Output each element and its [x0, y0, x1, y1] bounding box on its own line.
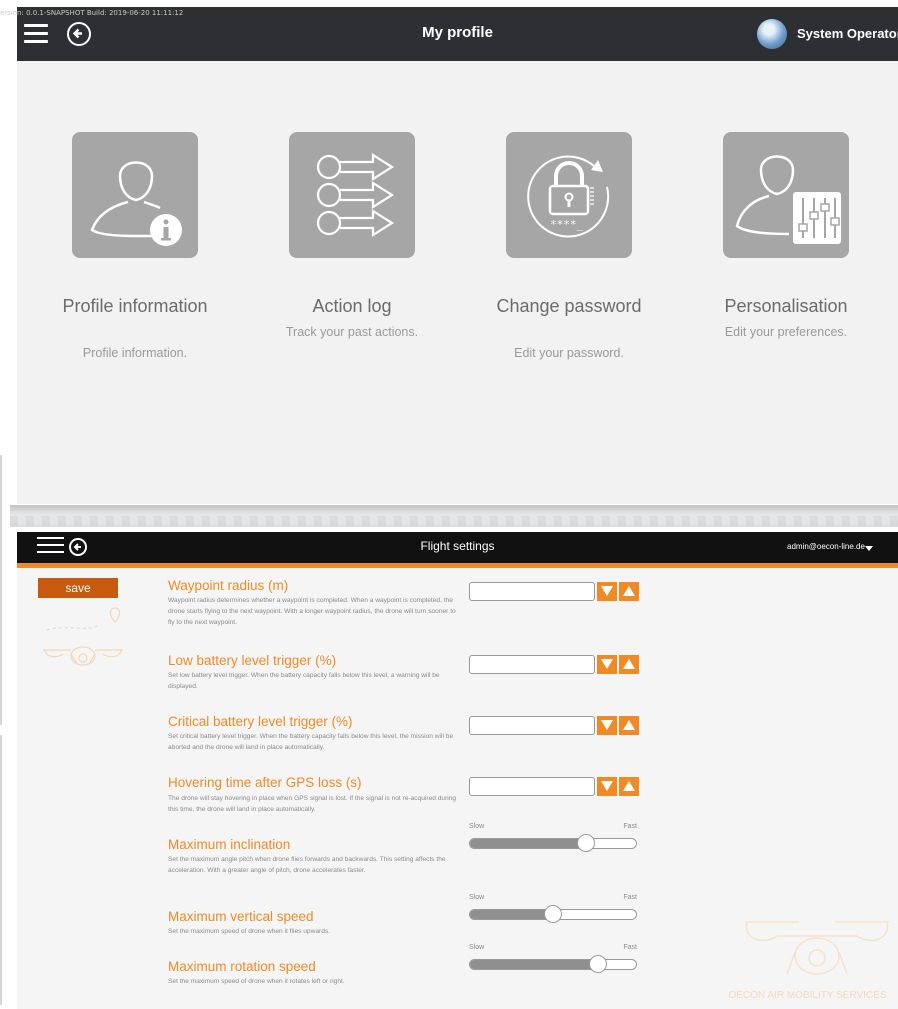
window-edge: [0, 735, 2, 1005]
increment-button[interactable]: [619, 582, 639, 601]
max-vertical-speed-slider[interactable]: Slow Fast: [469, 894, 637, 923]
setting-title: Critical battery level trigger (%): [168, 714, 353, 729]
increment-button[interactable]: [619, 655, 639, 674]
critical-battery-stepper: [597, 716, 640, 735]
setting-title: Low battery level trigger (%): [168, 653, 337, 668]
setting-description: Set the maximum angle pitch when drone f…: [168, 856, 446, 874]
setting-description: Set low battery level trigger. When the …: [168, 672, 440, 690]
avatar[interactable]: [757, 19, 787, 49]
slider-max-label: Fast: [623, 944, 637, 951]
setting-description: Set critical battery level trigger. When…: [168, 733, 454, 751]
chevron-down-icon[interactable]: [865, 546, 873, 551]
card-title[interactable]: Change password: [469, 296, 669, 317]
slider-track[interactable]: [469, 838, 637, 849]
card-title[interactable]: Profile information: [35, 296, 235, 317]
my-profile-page: ersion: 0.0.1-SNAPSHOT Build: 2019-06-20…: [0, 7, 898, 504]
action-log-icon: [316, 153, 395, 237]
window-separator-pattern: [10, 516, 898, 526]
waypoint-radius-input[interactable]: [469, 582, 595, 601]
top-bar: ersion: 0.0.1-SNAPSHOT Build: 2019-06-20…: [0, 7, 898, 61]
decrement-button[interactable]: [597, 777, 617, 796]
svg-text:****_: ****_: [550, 218, 583, 231]
slider-max-label: Fast: [623, 823, 637, 830]
card-title[interactable]: Personalisation: [686, 296, 886, 317]
slider-max-label: Fast: [623, 894, 637, 901]
company-name: OECON AIR MOBILITY SERVICES: [728, 990, 887, 1001]
page-title: Flight settings: [420, 539, 495, 553]
user-settings-icon: [735, 155, 841, 244]
version-label: ersion: 0.0.1-SNAPSHOT Build: 2019-06-20…: [0, 9, 184, 17]
waypoint-radius-stepper: [597, 582, 640, 601]
gps-loss-hover-input[interactable]: [469, 777, 595, 796]
user-name[interactable]: System Operator: [797, 26, 898, 41]
decrement-button[interactable]: [597, 716, 617, 735]
user-info-icon: [90, 161, 182, 246]
setting-title: Maximum rotation speed: [168, 959, 316, 974]
low-battery-stepper: [597, 655, 640, 674]
setting-title: Maximum vertical speed: [168, 909, 314, 924]
setting-description: Set the maximum speed of drone when it r…: [168, 978, 345, 985]
screenshot-stage: ersion: 0.0.1-SNAPSHOT Build: 2019-06-20…: [0, 0, 898, 1009]
window-edge: [0, 455, 2, 725]
setting-title: Maximum inclination: [168, 837, 291, 852]
card-subtitle: Profile information.: [82, 346, 188, 360]
user-email[interactable]: admin@oecon-line.de: [787, 542, 865, 551]
slider-thumb[interactable]: [544, 905, 562, 923]
drone-watermark-icon: [745, 921, 889, 975]
slider-track[interactable]: [469, 959, 637, 970]
slider-min-label: Slow: [469, 894, 485, 901]
action-log-tile[interactable]: [289, 132, 415, 258]
change-password-tile[interactable]: ****_: [506, 132, 632, 258]
card-subtitle: Edit your preferences.: [724, 325, 848, 339]
max-rotation-speed-slider[interactable]: Slow Fast: [469, 944, 637, 973]
decrement-button[interactable]: [597, 655, 617, 674]
accent-line: [17, 563, 898, 568]
flight-settings-page: Flight settings admin@oecon-line.de save…: [17, 532, 898, 1009]
critical-battery-input[interactable]: [469, 716, 595, 735]
slider-thumb[interactable]: [589, 955, 607, 973]
gps-loss-hover-stepper: [597, 777, 640, 796]
slider-min-label: Slow: [469, 823, 485, 830]
drone-logo-icon: [43, 607, 123, 666]
low-battery-input[interactable]: [469, 655, 595, 674]
card-subtitle: Track your past actions.: [285, 325, 419, 339]
profile-information-tile[interactable]: [72, 132, 198, 258]
lock-password-icon: ****_: [527, 155, 610, 238]
max-inclination-slider[interactable]: Slow Fast: [469, 823, 637, 852]
slider-min-label: Slow: [469, 944, 485, 951]
card-title[interactable]: Action log: [252, 296, 452, 317]
personalisation-tile[interactable]: [723, 132, 849, 258]
setting-description: The drone will stay hovering in place wh…: [168, 795, 457, 813]
slider-fill: [470, 839, 587, 848]
setting-description: Set the maximum speed of drone when it f…: [168, 928, 330, 935]
setting-description: Waypoint radius determines whether a way…: [168, 597, 456, 626]
save-button[interactable]: save: [38, 578, 118, 598]
setting-title: Hovering time after GPS loss (s): [168, 775, 362, 790]
decrement-button[interactable]: [597, 582, 617, 601]
top-bar: Flight settings admin@oecon-line.de: [17, 532, 898, 568]
setting-title: Waypoint radius (m): [168, 578, 289, 593]
slider-fill: [470, 960, 599, 969]
slider-fill: [470, 910, 554, 919]
increment-button[interactable]: [619, 777, 639, 796]
slider-thumb[interactable]: [577, 834, 595, 852]
increment-button[interactable]: [619, 716, 639, 735]
card-subtitle: Edit your password.: [514, 346, 624, 360]
